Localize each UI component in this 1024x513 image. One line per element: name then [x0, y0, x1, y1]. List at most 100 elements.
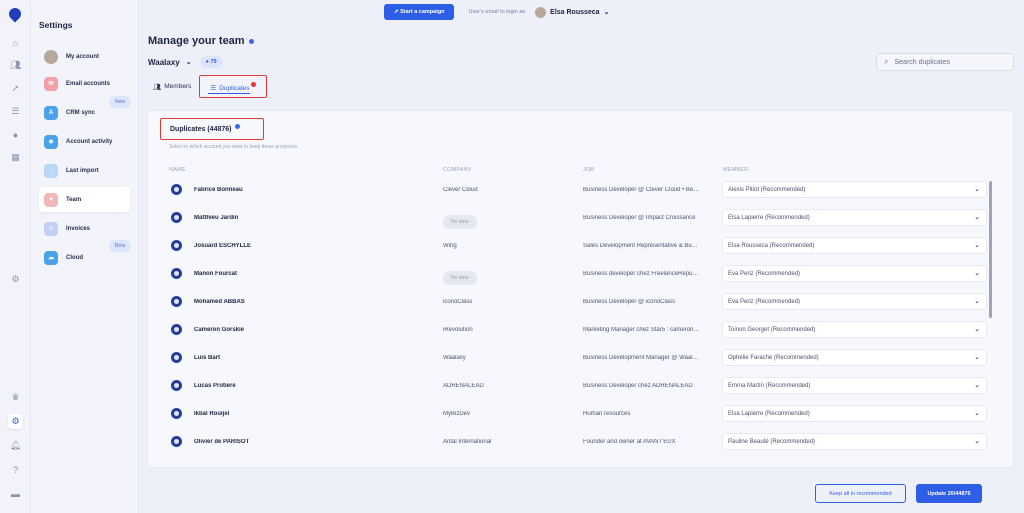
invoice-icon: ≡	[44, 221, 58, 236]
member-select[interactable]: Pauline Beauté (Recommended) ⌄	[722, 433, 987, 450]
workspace-count-badge: ● 79	[199, 56, 223, 68]
activity-icon: ◆	[44, 134, 58, 149]
sidebar-item-my-account[interactable]: My account	[39, 44, 130, 69]
avatar	[171, 380, 182, 391]
member-select[interactable]: Elsa Lapierre (Recommended) ⌄	[722, 405, 987, 422]
sidebar-item-email-accounts[interactable]: ✉ Email accounts	[39, 71, 130, 96]
update-button[interactable]: Update 20/44876	[916, 484, 982, 503]
table-row: Mohamed ABBAS iconoClass Business Develope…	[168, 293, 993, 313]
sidebar-item-account-activity[interactable]: ◆ Account activity	[39, 129, 130, 154]
company-name: iRevolution	[443, 327, 473, 333]
table-row: Manon Fourcat No data Business developer c…	[168, 265, 993, 285]
avatar	[171, 352, 182, 363]
search-duplicates-input[interactable]: ⌕ Search duplicates	[876, 53, 1014, 71]
member-select[interactable]: Emma Martín (Recommended) ⌄	[722, 377, 987, 394]
member-select[interactable]: Toinon Georget (Recommended) ⌄	[722, 321, 987, 338]
avatar	[171, 240, 182, 251]
duplicates-card: Duplicates (44876) Select in which accou…	[147, 110, 1014, 468]
login-as-label: User's email to login as	[468, 9, 526, 15]
company-name: Waalaxy	[443, 355, 466, 361]
avatar	[171, 324, 182, 335]
chevron-down-icon: ⌄	[974, 214, 980, 221]
member-select[interactable]: Elsa Rousseca (Recommended) ⌄	[722, 237, 987, 254]
member-select[interactable]: Alexis Pitiot (Recommended) ⌄	[722, 181, 987, 198]
table-row: Fabrice Bonneau Clever Cloud Business Deve…	[168, 181, 993, 201]
company-name: iconoClass	[443, 299, 473, 305]
home-icon[interactable]: ⌂	[8, 35, 23, 50]
prospect-name: Josuard ESCHYLLE	[194, 243, 252, 249]
rocket-icon[interactable]: ➚	[8, 81, 23, 96]
company-name: Clever Cloud	[443, 187, 478, 193]
chevron-down-icon: ⌄	[974, 354, 980, 361]
sidebar-item-crm-sync[interactable]: A CRM sync	[39, 100, 130, 125]
job-title: Business Developer @ Impact Croissance	[583, 215, 696, 221]
table-row: Ikbal Rouijel MyBizDev Human resources Elsa…	[168, 405, 993, 425]
tabs: 👥︎ Members ☰ Duplicates	[153, 75, 267, 98]
duplicates-subtitle: Select in which account you want to keep…	[169, 144, 299, 150]
table-row: Lucas Protiere ADRENALEAD Business Develop…	[168, 377, 993, 397]
flag-icon[interactable]: ▬	[8, 486, 23, 501]
member-select[interactable]: Eva Periz (Recommended) ⌄	[722, 293, 987, 310]
settings-active-icon[interactable]: ⚙	[8, 414, 23, 429]
search-icon: ⌕	[884, 57, 889, 66]
sidebar-title: Settings	[39, 20, 73, 30]
workspace-selector[interactable]: Waalaxy ⌄ ● 79	[148, 56, 223, 68]
user-menu[interactable]: Elsa Rousseca ⌄	[535, 6, 609, 18]
sidebar-item-invoices[interactable]: ≡ Invoices	[39, 216, 130, 241]
people-icon[interactable]: 👥︎	[8, 58, 23, 73]
notification-dot	[250, 82, 256, 87]
avatar	[171, 268, 182, 279]
icon-rail: ⌂ 👥︎ ➚ ☰ ● ▦ ⚙ ♛ ⚙ 🔔︎ ? ▬	[0, 0, 31, 513]
sidebar-item-cloud[interactable]: ☁ Cloud	[39, 245, 130, 270]
bell-icon[interactable]: 🔔︎	[8, 438, 23, 453]
scrollbar[interactable]	[989, 181, 992, 318]
waalaxy-logo	[6, 5, 24, 23]
job-title: Business Developer @ iconoClass	[583, 299, 676, 305]
prospect-name: Cameron Gorskie	[194, 327, 245, 333]
job-title: Business Developer chez ADRENALEAD	[583, 383, 693, 389]
avatar	[171, 436, 182, 447]
chevron-down-icon: ⌄	[185, 59, 192, 66]
page-title: Manage your team	[148, 35, 254, 47]
chevron-down-icon: ⌄	[974, 186, 980, 193]
column-job: JOB	[583, 167, 595, 173]
crown-icon[interactable]: ♛	[8, 390, 23, 405]
list-icon[interactable]: ☰	[8, 104, 23, 119]
sidebar-item-last-import[interactable]: ↓ Last import	[39, 158, 130, 183]
chevron-down-icon: ⌄	[974, 410, 980, 417]
chevron-down-icon: ⌄	[974, 242, 980, 249]
avatar	[171, 408, 182, 419]
avatar	[535, 6, 547, 18]
member-select[interactable]: Elsa Lapierre (Recommended) ⌄	[722, 209, 987, 226]
column-member: MEMBER	[723, 167, 749, 173]
gear-icon[interactable]: ⚙	[8, 272, 23, 287]
table-row: Olivier de PARISOT Antal International Fou…	[168, 433, 993, 453]
member-select[interactable]: Ophélie Farache (Recommended) ⌄	[722, 349, 987, 366]
prospect-name: Olivier de PARISOT	[194, 439, 250, 445]
job-title: Human resources	[583, 411, 631, 417]
company-name: ADRENALEAD	[443, 383, 484, 389]
help-icon[interactable]: ?	[8, 462, 23, 477]
keep-all-recommended-button[interactable]: Keep all in recommended	[815, 484, 906, 503]
grid-icon[interactable]: ▦	[8, 150, 23, 165]
start-campaign-button[interactable]: ➚ Start a campaign	[384, 4, 455, 20]
avatar	[171, 212, 182, 223]
table-row: Cameron Gorskie iRevolution Marketing Mana…	[168, 321, 993, 341]
info-icon[interactable]	[248, 38, 254, 44]
member-select[interactable]: Eva Periz (Recommended) ⌄	[722, 265, 987, 282]
table-row: Matthieu Jardin No data Business Developer…	[168, 209, 993, 229]
prospect-name: Fabrice Bonneau	[194, 187, 243, 193]
import-icon: ↓	[44, 163, 58, 178]
message-icon[interactable]: ●	[8, 127, 23, 142]
prospect-name: Ikbal Rouijel	[194, 411, 230, 417]
company-name: MyBizDev	[443, 411, 471, 417]
info-icon[interactable]	[235, 124, 241, 129]
avatar	[44, 49, 58, 64]
top-bar: ➚ Start a campaign User's email to login…	[384, 4, 609, 20]
company-name: Antal International	[443, 439, 492, 445]
sidebar-item-team[interactable]: ♥ Team	[39, 187, 130, 212]
company-name: Wing	[443, 243, 457, 249]
tab-members[interactable]: 👥︎ Members	[153, 83, 191, 91]
column-name: NAME	[169, 167, 186, 173]
tab-duplicates[interactable]: ☰ Duplicates	[199, 75, 267, 98]
